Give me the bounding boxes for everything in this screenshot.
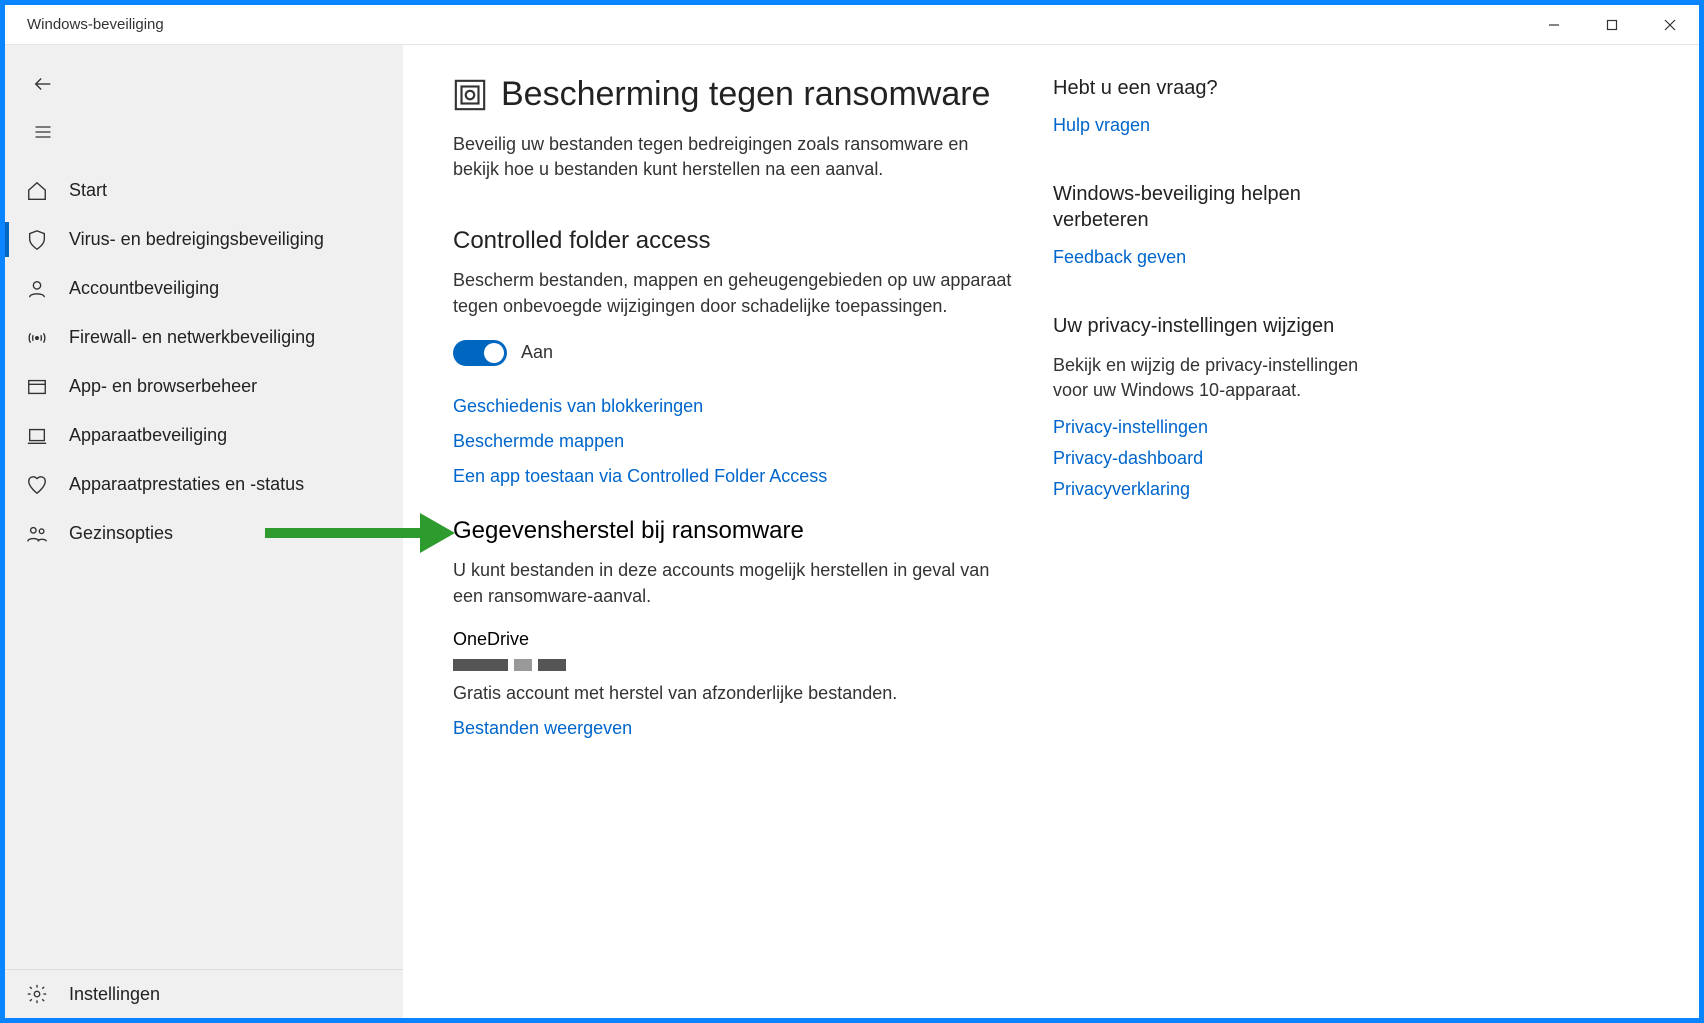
minimize-button[interactable] <box>1525 5 1583 45</box>
nav-item-account[interactable]: Accountbeveiliging <box>5 264 403 313</box>
nav-item-app[interactable]: App- en browserbeheer <box>5 362 403 411</box>
nav-item-start[interactable]: Start <box>5 166 403 215</box>
link-view-files[interactable]: Bestanden weergeven <box>453 718 1013 739</box>
antenna-icon <box>25 326 49 350</box>
heart-icon <box>25 473 49 497</box>
titlebar: Windows-beveiliging <box>5 5 1699 45</box>
aside-improve-title: Windows-beveiliging helpen verbeteren <box>1053 181 1393 233</box>
window-frame: Windows-beveiliging <box>5 5 1699 1018</box>
nav-label: App- en browserbeheer <box>69 376 257 397</box>
nav-item-family[interactable]: Gezinsopties <box>5 509 403 558</box>
nav-label: Apparaatprestaties en -status <box>69 474 304 495</box>
recovery-title: Gegevensherstel bij ransomware <box>453 517 1013 545</box>
app-icon <box>25 375 49 399</box>
hamburger-button[interactable] <box>19 108 67 156</box>
nav-label: Accountbeveiliging <box>69 278 219 299</box>
nav-label: Firewall- en netwerkbeveiliging <box>69 327 315 348</box>
onedrive-subtitle: Gratis account met herstel van afzonderl… <box>453 680 1013 706</box>
cfa-toggle-label: Aan <box>521 342 553 363</box>
nav-item-firewall[interactable]: Firewall- en netwerkbeveiliging <box>5 313 403 362</box>
nav-label: Instellingen <box>69 984 160 1005</box>
aside-privacy-title: Uw privacy-instellingen wijzigen <box>1053 313 1393 339</box>
nav-label: Apparaatbeveiliging <box>69 425 227 446</box>
gear-icon <box>25 982 49 1006</box>
window-title: Windows-beveiliging <box>5 16 164 33</box>
nav-label: Gezinsopties <box>69 523 173 544</box>
link-get-help[interactable]: Hulp vragen <box>1053 115 1393 136</box>
link-privacy-statement[interactable]: Privacyverklaring <box>1053 479 1393 500</box>
close-button[interactable] <box>1641 5 1699 45</box>
back-button[interactable] <box>19 60 67 108</box>
person-icon <box>25 277 49 301</box>
link-privacy-settings[interactable]: Privacy-instellingen <box>1053 417 1393 438</box>
nav-item-virus[interactable]: Virus- en bedreigingsbeveiliging <box>5 215 403 264</box>
nav-item-settings[interactable]: Instellingen <box>5 969 403 1018</box>
link-block-history[interactable]: Geschiedenis van blokkeringen <box>453 396 1013 417</box>
cfa-toggle[interactable] <box>453 340 507 366</box>
aside-help-title: Hebt u een vraag? <box>1053 75 1393 101</box>
link-privacy-dashboard[interactable]: Privacy-dashboard <box>1053 448 1393 469</box>
nav-label: Start <box>69 180 107 201</box>
device-icon <box>25 424 49 448</box>
onedrive-title: OneDrive <box>453 629 1013 650</box>
recovery-description: U kunt bestanden in deze accounts mogeli… <box>453 557 1013 609</box>
link-allow-app[interactable]: Een app toestaan via Controlled Folder A… <box>453 466 1013 487</box>
shield-icon <box>25 228 49 252</box>
page-description: Beveilig uw bestanden tegen bedreigingen… <box>453 132 1013 182</box>
cfa-title: Controlled folder access <box>453 227 1013 255</box>
nav-item-health[interactable]: Apparaatprestaties en -status <box>5 460 403 509</box>
maximize-button[interactable] <box>1583 5 1641 45</box>
cfa-description: Bescherm bestanden, mappen en geheugenge… <box>453 267 1013 319</box>
link-protected-folders[interactable]: Beschermde mappen <box>453 431 1013 452</box>
link-feedback[interactable]: Feedback geven <box>1053 247 1393 268</box>
family-icon <box>25 522 49 546</box>
aside-privacy-description: Bekijk en wijzig de privacy-instellingen… <box>1053 353 1393 403</box>
redacted-account <box>453 656 572 674</box>
sidebar: Start Virus- en bedreigingsbeveiliging A… <box>5 45 403 1018</box>
page-title: Bescherming tegen ransomware <box>501 75 990 114</box>
window-controls <box>1525 5 1699 45</box>
main-content: Bescherming tegen ransomware Beveilig uw… <box>403 45 1699 1018</box>
ransomware-icon <box>453 78 487 112</box>
nav-label: Virus- en bedreigingsbeveiliging <box>69 229 324 250</box>
home-icon <box>25 179 49 203</box>
nav-item-device[interactable]: Apparaatbeveiliging <box>5 411 403 460</box>
toggle-knob <box>484 343 504 363</box>
